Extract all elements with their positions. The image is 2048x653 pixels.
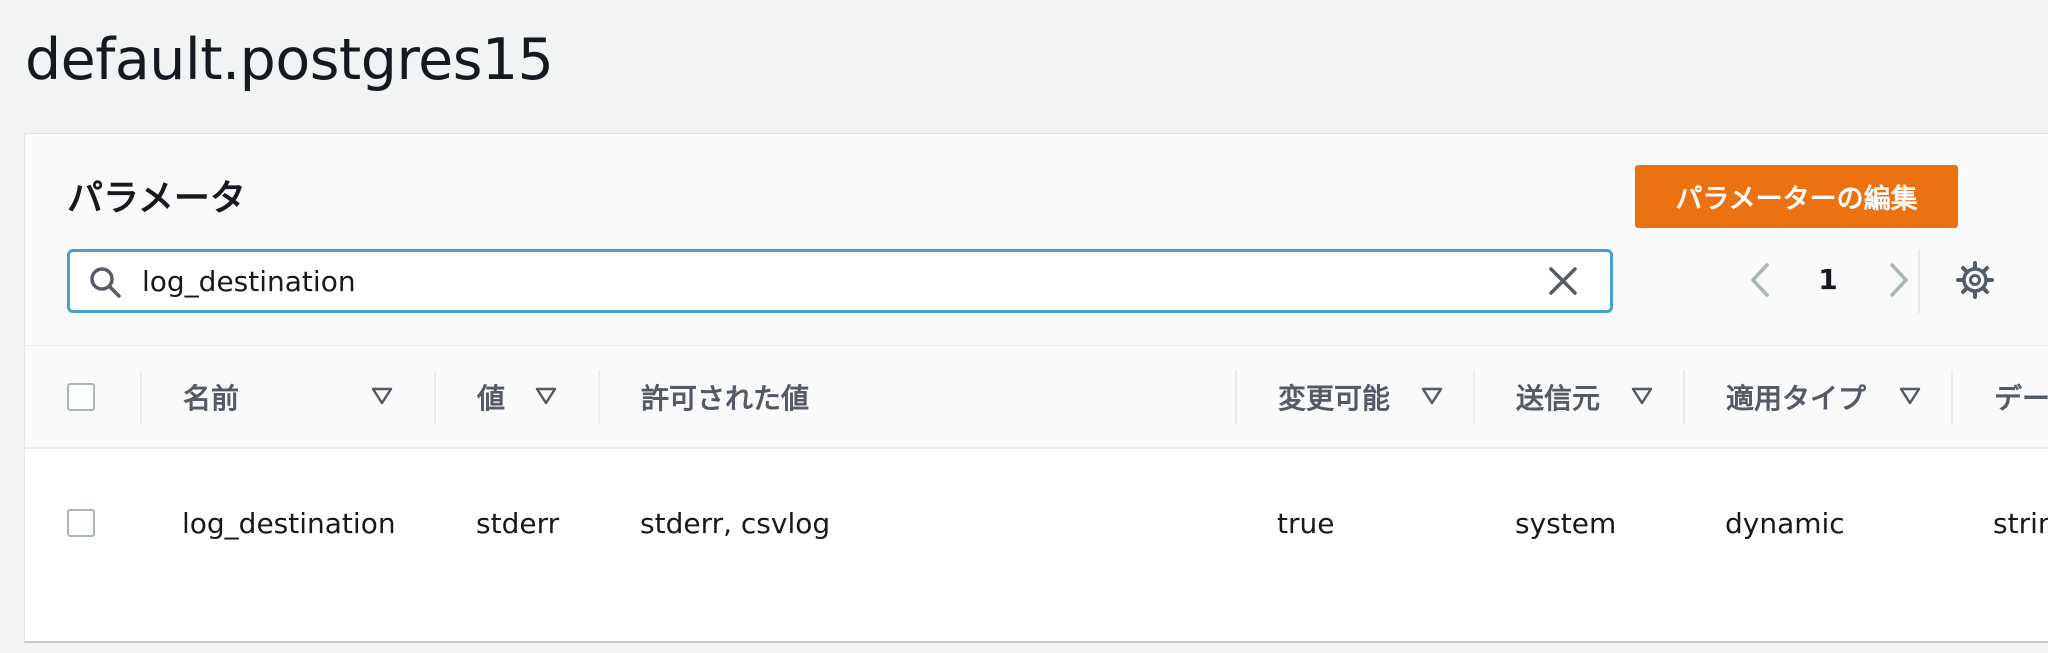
col-divider	[1473, 370, 1475, 424]
col-divider	[1235, 370, 1237, 424]
sort-icon[interactable]	[1899, 386, 1921, 406]
col-divider	[434, 370, 436, 424]
select-all-checkbox[interactable]	[67, 383, 95, 411]
cell-modifiable: true	[1277, 506, 1335, 540]
row-checkbox[interactable]	[67, 509, 95, 537]
cell-data-type: strin	[1993, 506, 2048, 540]
sort-icon[interactable]	[535, 386, 557, 406]
column-header-modifiable[interactable]: 変更可能	[1278, 346, 1390, 447]
chevron-left-icon[interactable]	[1743, 260, 1777, 300]
cell-value: stderr	[476, 506, 560, 540]
pager-divider	[1918, 249, 1920, 313]
column-header-name[interactable]: 名前	[183, 346, 239, 447]
cell-source: system	[1515, 506, 1617, 540]
cell-apply-type: dynamic	[1725, 506, 1845, 540]
column-header-apply-type[interactable]: 適用タイプ	[1726, 346, 1866, 447]
close-icon[interactable]	[1546, 264, 1580, 298]
column-header-allowed-values[interactable]: 許可された値	[641, 346, 809, 447]
search-box[interactable]	[67, 249, 1613, 313]
current-page-number[interactable]: 1	[1803, 258, 1853, 302]
sort-icon[interactable]	[1631, 386, 1653, 406]
sort-icon[interactable]	[371, 386, 393, 406]
table-row: log_destination stderr stderr, csvlog tr…	[25, 449, 2048, 641]
column-header-data-type[interactable]: デー	[1994, 346, 2048, 447]
col-divider	[1951, 370, 1953, 424]
panel-title: パラメータ	[67, 178, 246, 219]
col-divider	[140, 370, 142, 424]
col-divider	[598, 370, 600, 424]
cell-name: log_destination	[182, 506, 396, 540]
panel-header: パラメータ パラメーターの編集 1	[25, 134, 2048, 346]
edit-parameters-button[interactable]: パラメーターの編集	[1635, 165, 1958, 228]
col-divider	[1683, 370, 1685, 424]
parameters-panel: パラメータ パラメーターの編集 1	[24, 133, 2048, 643]
chevron-right-icon[interactable]	[1882, 260, 1916, 300]
search-input[interactable]	[142, 252, 1522, 310]
table-header: 名前 値 許可された値 変更可能 送信元 適用タイプ デー	[25, 346, 2048, 449]
cell-allowed-values: stderr, csvlog	[640, 506, 831, 540]
column-header-source[interactable]: 送信元	[1516, 346, 1600, 447]
column-header-value[interactable]: 値	[477, 346, 505, 447]
search-icon	[90, 267, 121, 298]
gear-icon[interactable]	[1954, 259, 1996, 301]
page-title: default.postgres15	[25, 27, 554, 93]
sort-icon[interactable]	[1421, 386, 1443, 406]
